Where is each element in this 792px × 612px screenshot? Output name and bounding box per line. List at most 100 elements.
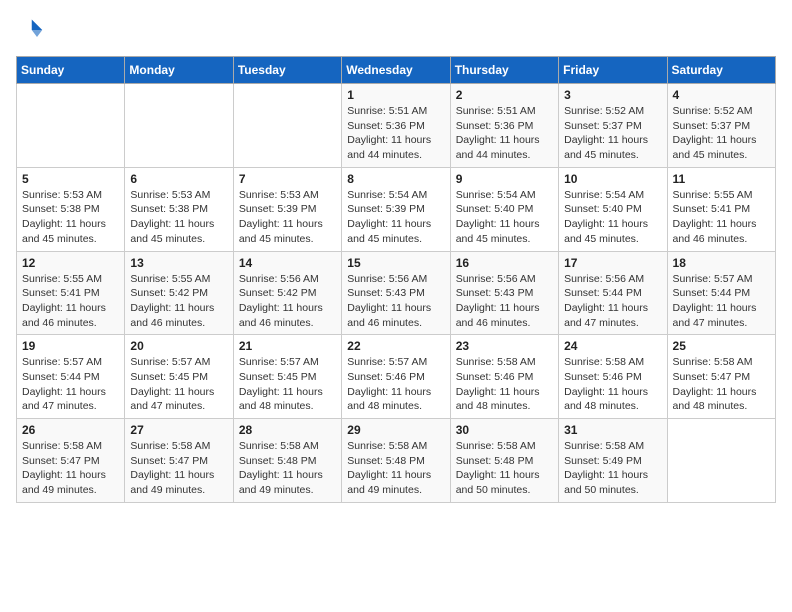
calendar-cell: 13 Sunrise: 5:55 AMSunset: 5:42 PMDayligh… [125,251,233,335]
day-info: Sunrise: 5:53 AMSunset: 5:38 PMDaylight:… [22,188,119,247]
calendar-week-3: 12Sunrise: 5:55 AMSunset: 5:41 PMDayligh… [17,251,776,335]
calendar-cell [667,419,775,503]
calendar-cell [17,84,125,168]
calendar-cell: 3Sunrise: 5:52 AMSunset: 5:37 PMDaylight… [559,84,667,168]
day-info: Sunrise: 5:58 AMSunset: 5:47 PMDaylight:… [22,439,119,498]
calendar-cell [125,84,233,168]
calendar-table: SundayMondayTuesdayWednesdayThursdayFrid… [16,56,776,503]
header-cell-monday: Monday [125,57,233,84]
calendar-cell: 2 Sunrise: 5:51 AMSunset: 5:36 PMDaylight… [450,84,558,168]
calendar-cell: 22 Sunrise: 5:57 AMSunset: 5:46 PMDayligh… [342,335,450,419]
calendar-cell: 7 Sunrise: 5:53 AMSunset: 5:39 PMDaylight… [233,167,341,251]
header-cell-friday: Friday [559,57,667,84]
day-info: Sunrise: 5:52 AMSunset: 5:37 PMDaylight:… [564,104,661,163]
day-info: Sunrise: 5:57 AMSunset: 5:46 PMDaylight:… [347,355,444,414]
day-info: Sunrise: 5:58 AMSunset: 5:48 PMDaylight:… [347,439,444,498]
calendar-cell: 9 Sunrise: 5:54 AMSunset: 5:40 PMDaylight… [450,167,558,251]
day-info: Sunrise: 5:58 AMSunset: 5:49 PMDaylight:… [564,439,661,498]
header-cell-wednesday: Wednesday [342,57,450,84]
calendar-week-5: 26 Sunrise: 5:58 AMSunset: 5:47 PMDayligh… [17,419,776,503]
calendar-cell: 21Sunrise: 5:57 AMSunset: 5:45 PMDayligh… [233,335,341,419]
day-info: Sunrise: 5:54 AMSunset: 5:40 PMDaylight:… [456,188,553,247]
day-number: 5 [22,172,119,186]
day-info: Sunrise: 5:57 AMSunset: 5:44 PMDaylight:… [22,355,119,414]
calendar-cell: 28 Sunrise: 5:58 AMSunset: 5:48 PMDayligh… [233,419,341,503]
calendar-cell: 27 Sunrise: 5:58 AMSunset: 5:47 PMDayligh… [125,419,233,503]
day-info: Sunrise: 5:58 AMSunset: 5:48 PMDaylight:… [456,439,553,498]
day-info: Sunrise: 5:57 AMSunset: 5:44 PMDaylight:… [673,272,770,331]
day-number: 7 [239,172,336,186]
calendar-cell: 6 Sunrise: 5:53 AMSunset: 5:38 PMDaylight… [125,167,233,251]
day-number: 27 [130,423,227,437]
day-info: Sunrise: 5:53 AMSunset: 5:39 PMDaylight:… [239,188,336,247]
header-cell-sunday: Sunday [17,57,125,84]
day-number: 9 [456,172,553,186]
header-cell-thursday: Thursday [450,57,558,84]
day-number: 23 [456,339,553,353]
calendar-cell: 17Sunrise: 5:56 AMSunset: 5:44 PMDayligh… [559,251,667,335]
day-number: 4 [673,88,770,102]
day-number: 17 [564,256,661,270]
day-number: 25 [673,339,770,353]
day-number: 13 [130,256,227,270]
page-header [16,16,776,44]
logo [16,16,48,44]
day-number: 1 [347,88,444,102]
calendar-cell: 14Sunrise: 5:56 AMSunset: 5:42 PMDayligh… [233,251,341,335]
day-info: Sunrise: 5:58 AMSunset: 5:46 PMDaylight:… [456,355,553,414]
day-number: 26 [22,423,119,437]
day-info: Sunrise: 5:52 AMSunset: 5:37 PMDaylight:… [673,104,770,163]
day-number: 22 [347,339,444,353]
calendar-cell: 8Sunrise: 5:54 AMSunset: 5:39 PMDaylight… [342,167,450,251]
calendar-week-2: 5 Sunrise: 5:53 AMSunset: 5:38 PMDaylight… [17,167,776,251]
day-info: Sunrise: 5:56 AMSunset: 5:43 PMDaylight:… [347,272,444,331]
day-info: Sunrise: 5:54 AMSunset: 5:40 PMDaylight:… [564,188,661,247]
calendar-cell: 11 Sunrise: 5:55 AMSunset: 5:41 PMDayligh… [667,167,775,251]
calendar-cell: 18 Sunrise: 5:57 AMSunset: 5:44 PMDayligh… [667,251,775,335]
day-info: Sunrise: 5:55 AMSunset: 5:42 PMDaylight:… [130,272,227,331]
day-number: 18 [673,256,770,270]
day-number: 12 [22,256,119,270]
day-number: 28 [239,423,336,437]
day-number: 24 [564,339,661,353]
calendar-cell: 16 Sunrise: 5:56 AMSunset: 5:43 PMDayligh… [450,251,558,335]
calendar-cell: 19Sunrise: 5:57 AMSunset: 5:44 PMDayligh… [17,335,125,419]
day-info: Sunrise: 5:51 AMSunset: 5:36 PMDaylight:… [347,104,444,163]
day-number: 11 [673,172,770,186]
calendar-cell: 29 Sunrise: 5:58 AMSunset: 5:48 PMDayligh… [342,419,450,503]
day-info: Sunrise: 5:53 AMSunset: 5:38 PMDaylight:… [130,188,227,247]
day-info: Sunrise: 5:57 AMSunset: 5:45 PMDaylight:… [130,355,227,414]
day-info: Sunrise: 5:51 AMSunset: 5:36 PMDaylight:… [456,104,553,163]
calendar-week-1: 1 Sunrise: 5:51 AMSunset: 5:36 PMDaylight… [17,84,776,168]
day-info: Sunrise: 5:56 AMSunset: 5:42 PMDaylight:… [239,272,336,331]
day-info: Sunrise: 5:58 AMSunset: 5:47 PMDaylight:… [673,355,770,414]
calendar-cell: 15 Sunrise: 5:56 AMSunset: 5:43 PMDayligh… [342,251,450,335]
calendar-header: SundayMondayTuesdayWednesdayThursdayFrid… [17,57,776,84]
day-number: 10 [564,172,661,186]
day-number: 2 [456,88,553,102]
day-number: 31 [564,423,661,437]
day-number: 20 [130,339,227,353]
day-number: 15 [347,256,444,270]
day-info: Sunrise: 5:56 AMSunset: 5:43 PMDaylight:… [456,272,553,331]
calendar-cell: 4 Sunrise: 5:52 AMSunset: 5:37 PMDaylight… [667,84,775,168]
header-row: SundayMondayTuesdayWednesdayThursdayFrid… [17,57,776,84]
day-number: 21 [239,339,336,353]
calendar-cell: 31 Sunrise: 5:58 AMSunset: 5:49 PMDayligh… [559,419,667,503]
day-number: 29 [347,423,444,437]
day-info: Sunrise: 5:58 AMSunset: 5:46 PMDaylight:… [564,355,661,414]
calendar-week-4: 19Sunrise: 5:57 AMSunset: 5:44 PMDayligh… [17,335,776,419]
header-cell-saturday: Saturday [667,57,775,84]
day-info: Sunrise: 5:58 AMSunset: 5:47 PMDaylight:… [130,439,227,498]
day-info: Sunrise: 5:58 AMSunset: 5:48 PMDaylight:… [239,439,336,498]
header-cell-tuesday: Tuesday [233,57,341,84]
calendar-cell: 20 Sunrise: 5:57 AMSunset: 5:45 PMDayligh… [125,335,233,419]
day-number: 16 [456,256,553,270]
day-number: 30 [456,423,553,437]
day-info: Sunrise: 5:55 AMSunset: 5:41 PMDaylight:… [673,188,770,247]
day-number: 6 [130,172,227,186]
calendar-cell: 30 Sunrise: 5:58 AMSunset: 5:48 PMDayligh… [450,419,558,503]
calendar-cell [233,84,341,168]
calendar-cell: 5 Sunrise: 5:53 AMSunset: 5:38 PMDaylight… [17,167,125,251]
calendar-cell: 26 Sunrise: 5:58 AMSunset: 5:47 PMDayligh… [17,419,125,503]
